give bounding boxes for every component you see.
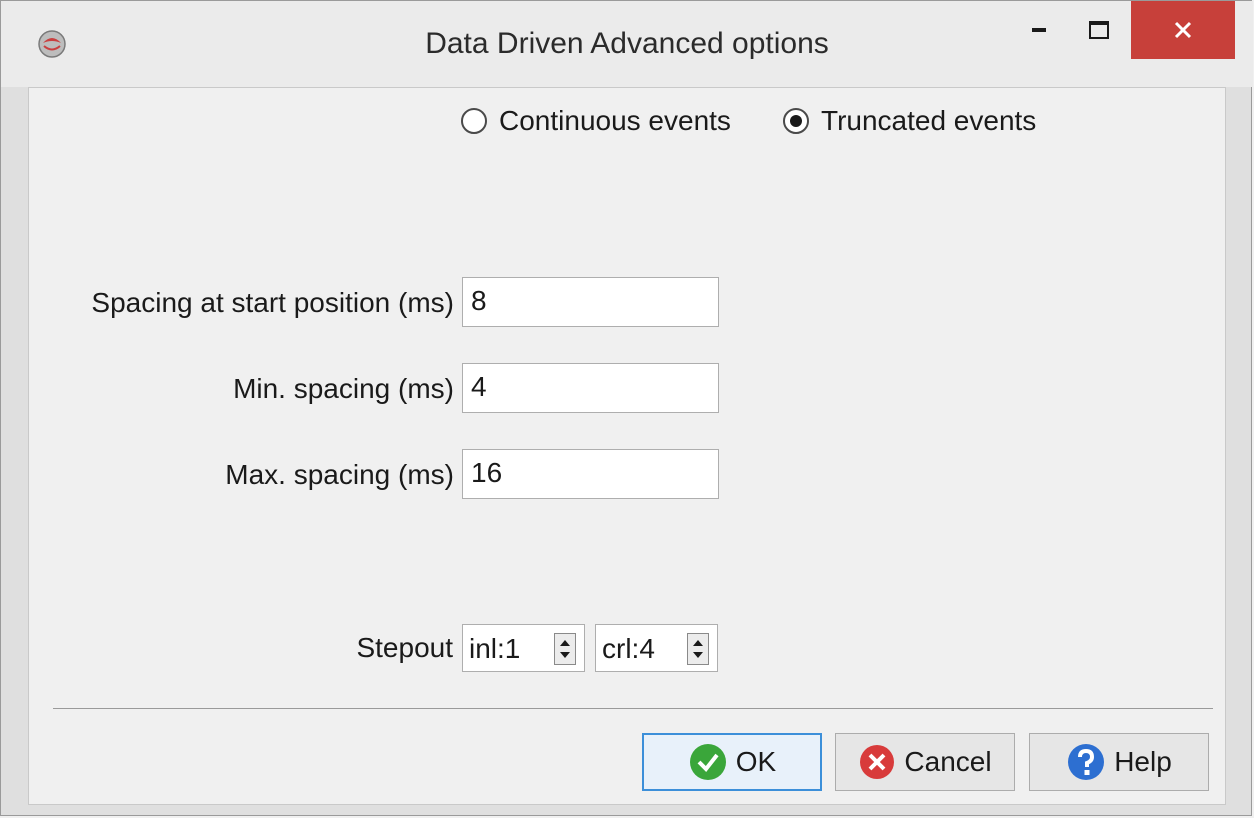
help-label: Help: [1114, 746, 1172, 777]
inline-stepout-spinbox[interactable]: inl:1: [462, 624, 585, 672]
dialog-body: [28, 87, 1226, 805]
close-icon: [1174, 21, 1192, 39]
ok-button[interactable]: OK: [642, 733, 822, 791]
min-spacing-label: Min. spacing (ms): [233, 373, 454, 404]
check-icon: [689, 744, 726, 780]
spin-arrows-icon: [693, 640, 703, 658]
radio-continuous-events[interactable]: Continuous events: [461, 103, 731, 139]
help-button[interactable]: Help: [1029, 733, 1209, 791]
max-spacing-input[interactable]: 16: [462, 449, 719, 499]
maximize-icon: [1089, 21, 1109, 39]
cancel-button[interactable]: Cancel: [835, 733, 1015, 791]
radio-label-truncated: Truncated events: [821, 105, 1037, 136]
close-button[interactable]: [1131, 1, 1235, 59]
crossline-stepout-arrows[interactable]: [687, 633, 709, 665]
maximize-button[interactable]: [1069, 1, 1129, 59]
help-icon: [1068, 744, 1105, 780]
max-spacing-label: Max. spacing (ms): [225, 459, 454, 490]
minimize-icon: [1032, 28, 1046, 32]
crossline-stepout-value: crl:4: [602, 633, 655, 664]
crossline-stepout-spinbox[interactable]: crl:4: [595, 624, 718, 672]
title-bar[interactable]: Data Driven Advanced options: [1, 1, 1253, 87]
ok-label: OK: [735, 746, 777, 777]
radio-button-truncated[interactable]: [783, 108, 809, 134]
radio-label-continuous: Continuous events: [499, 105, 731, 136]
inline-stepout-value: inl:1: [469, 633, 521, 664]
dialog-window: Data Driven Advanced options Continuous …: [0, 0, 1253, 816]
cancel-label: Cancel: [904, 746, 992, 777]
min-spacing-input[interactable]: 4: [462, 363, 719, 413]
separator: [53, 708, 1213, 709]
spacing-start-input[interactable]: 8: [462, 277, 719, 327]
inline-stepout-arrows[interactable]: [554, 633, 576, 665]
minimize-button[interactable]: [1011, 1, 1069, 59]
spin-arrows-icon: [560, 640, 570, 658]
stepout-label: Stepout: [356, 632, 453, 663]
spacing-start-label: Spacing at start position (ms): [91, 287, 454, 318]
cancel-icon: [860, 745, 895, 779]
radio-truncated-events[interactable]: Truncated events: [783, 103, 1036, 139]
radio-button-continuous[interactable]: [461, 108, 487, 134]
